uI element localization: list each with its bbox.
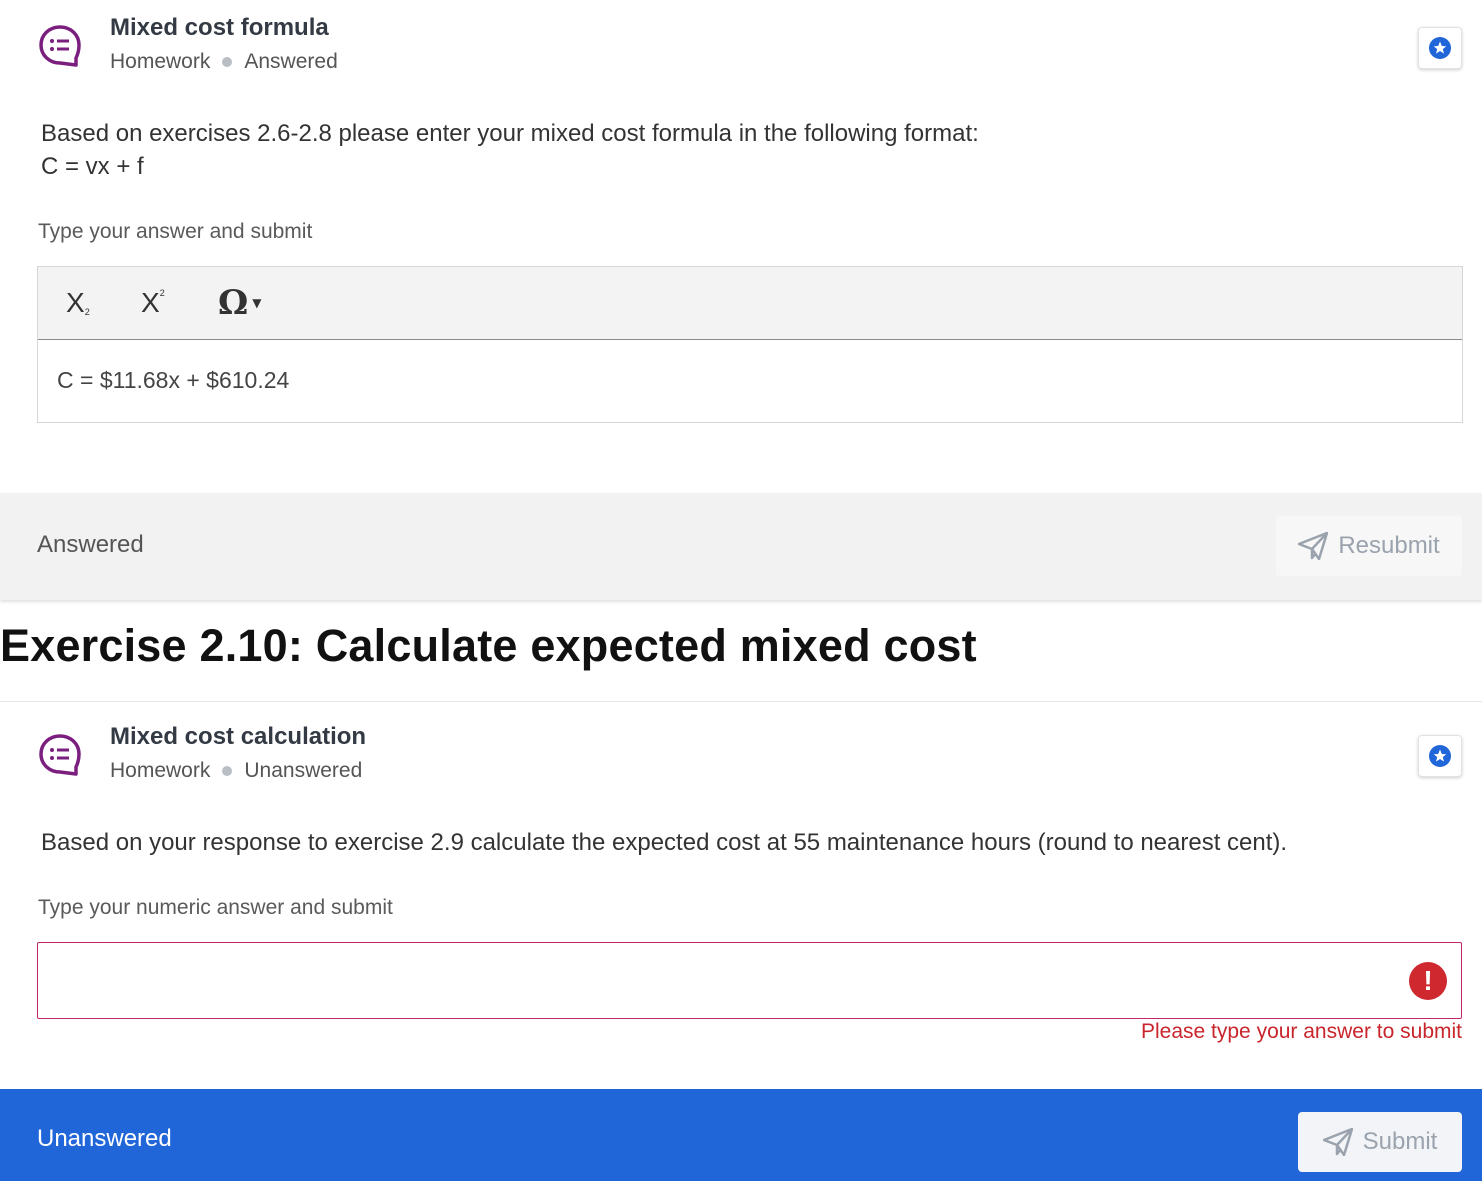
question-type: Homework [110, 759, 211, 782]
prompt-format: C = vx + f [41, 153, 144, 180]
question-meta: Homework Answered [110, 50, 338, 74]
favorite-button[interactable] [1418, 27, 1462, 69]
question-status: Answered [244, 50, 338, 73]
star-icon [1429, 745, 1451, 767]
favorite-button[interactable] [1418, 735, 1462, 777]
superscript-mark: 2 [159, 288, 165, 298]
card-footer: Answered Resubmit [0, 493, 1482, 600]
resubmit-button[interactable]: Resubmit [1276, 516, 1462, 576]
submit-label: Submit [1362, 1128, 1438, 1155]
footer-status: Unanswered [37, 1125, 172, 1152]
caret-down-icon: ▼ [252, 296, 262, 310]
section-heading: Exercise 2.10: Calculate expected mixed … [0, 620, 977, 671]
separator-dot [222, 57, 233, 67]
question-card-mixed-cost-calculation: Mixed cost calculation Homework Unanswer… [0, 701, 1482, 1181]
answer-text[interactable]: C = $11.68x + $610.24 [57, 367, 289, 394]
superscript-button[interactable]: X2 [141, 281, 165, 325]
special-characters-dropdown[interactable]: Ω ▼ [218, 281, 262, 325]
editor-toolbar: X2 X2 Ω ▼ [38, 267, 1462, 340]
question-card-mixed-cost-formula: Mixed cost formula Homework Answered Bas… [0, 0, 1482, 600]
question-prompt: Based on your response to exercise 2.9 c… [41, 829, 1288, 856]
chat-list-icon [38, 733, 82, 777]
rich-text-editor: X2 X2 Ω ▼ C = $11.68x + $610.24 [37, 266, 1463, 423]
question-meta: Homework Unanswered [110, 759, 362, 783]
send-icon [1322, 1128, 1353, 1156]
answer-hint: Type your numeric answer and submit [38, 896, 393, 919]
question-type: Homework [110, 50, 211, 73]
question-title: Mixed cost calculation [110, 723, 367, 750]
numeric-answer-input[interactable]: ! [37, 942, 1462, 1019]
error-icon: ! [1409, 962, 1447, 1000]
subscript-mark: 2 [84, 307, 90, 317]
superscript-icon: X [141, 287, 160, 318]
subscript-icon: X [66, 287, 85, 318]
footer-status: Answered [37, 531, 144, 558]
prompt-line: Based on exercises 2.6-2.8 please enter … [41, 120, 979, 147]
resubmit-label: Resubmit [1338, 532, 1440, 559]
star-icon [1429, 37, 1451, 59]
error-message: Please type your answer to submit [1141, 1020, 1462, 1043]
separator-dot [222, 766, 233, 776]
question-prompt: Based on exercises 2.6-2.8 please enter … [41, 117, 979, 183]
subscript-button[interactable]: X2 [66, 281, 90, 325]
question-title: Mixed cost formula [110, 14, 329, 41]
chat-list-icon [38, 24, 82, 68]
answer-hint: Type your answer and submit [38, 220, 313, 243]
send-icon [1298, 532, 1329, 560]
question-status: Unanswered [244, 759, 363, 782]
omega-icon: Ω [218, 283, 249, 323]
submit-button[interactable]: Submit [1298, 1112, 1462, 1172]
card-footer: Unanswered Submit [0, 1089, 1482, 1181]
